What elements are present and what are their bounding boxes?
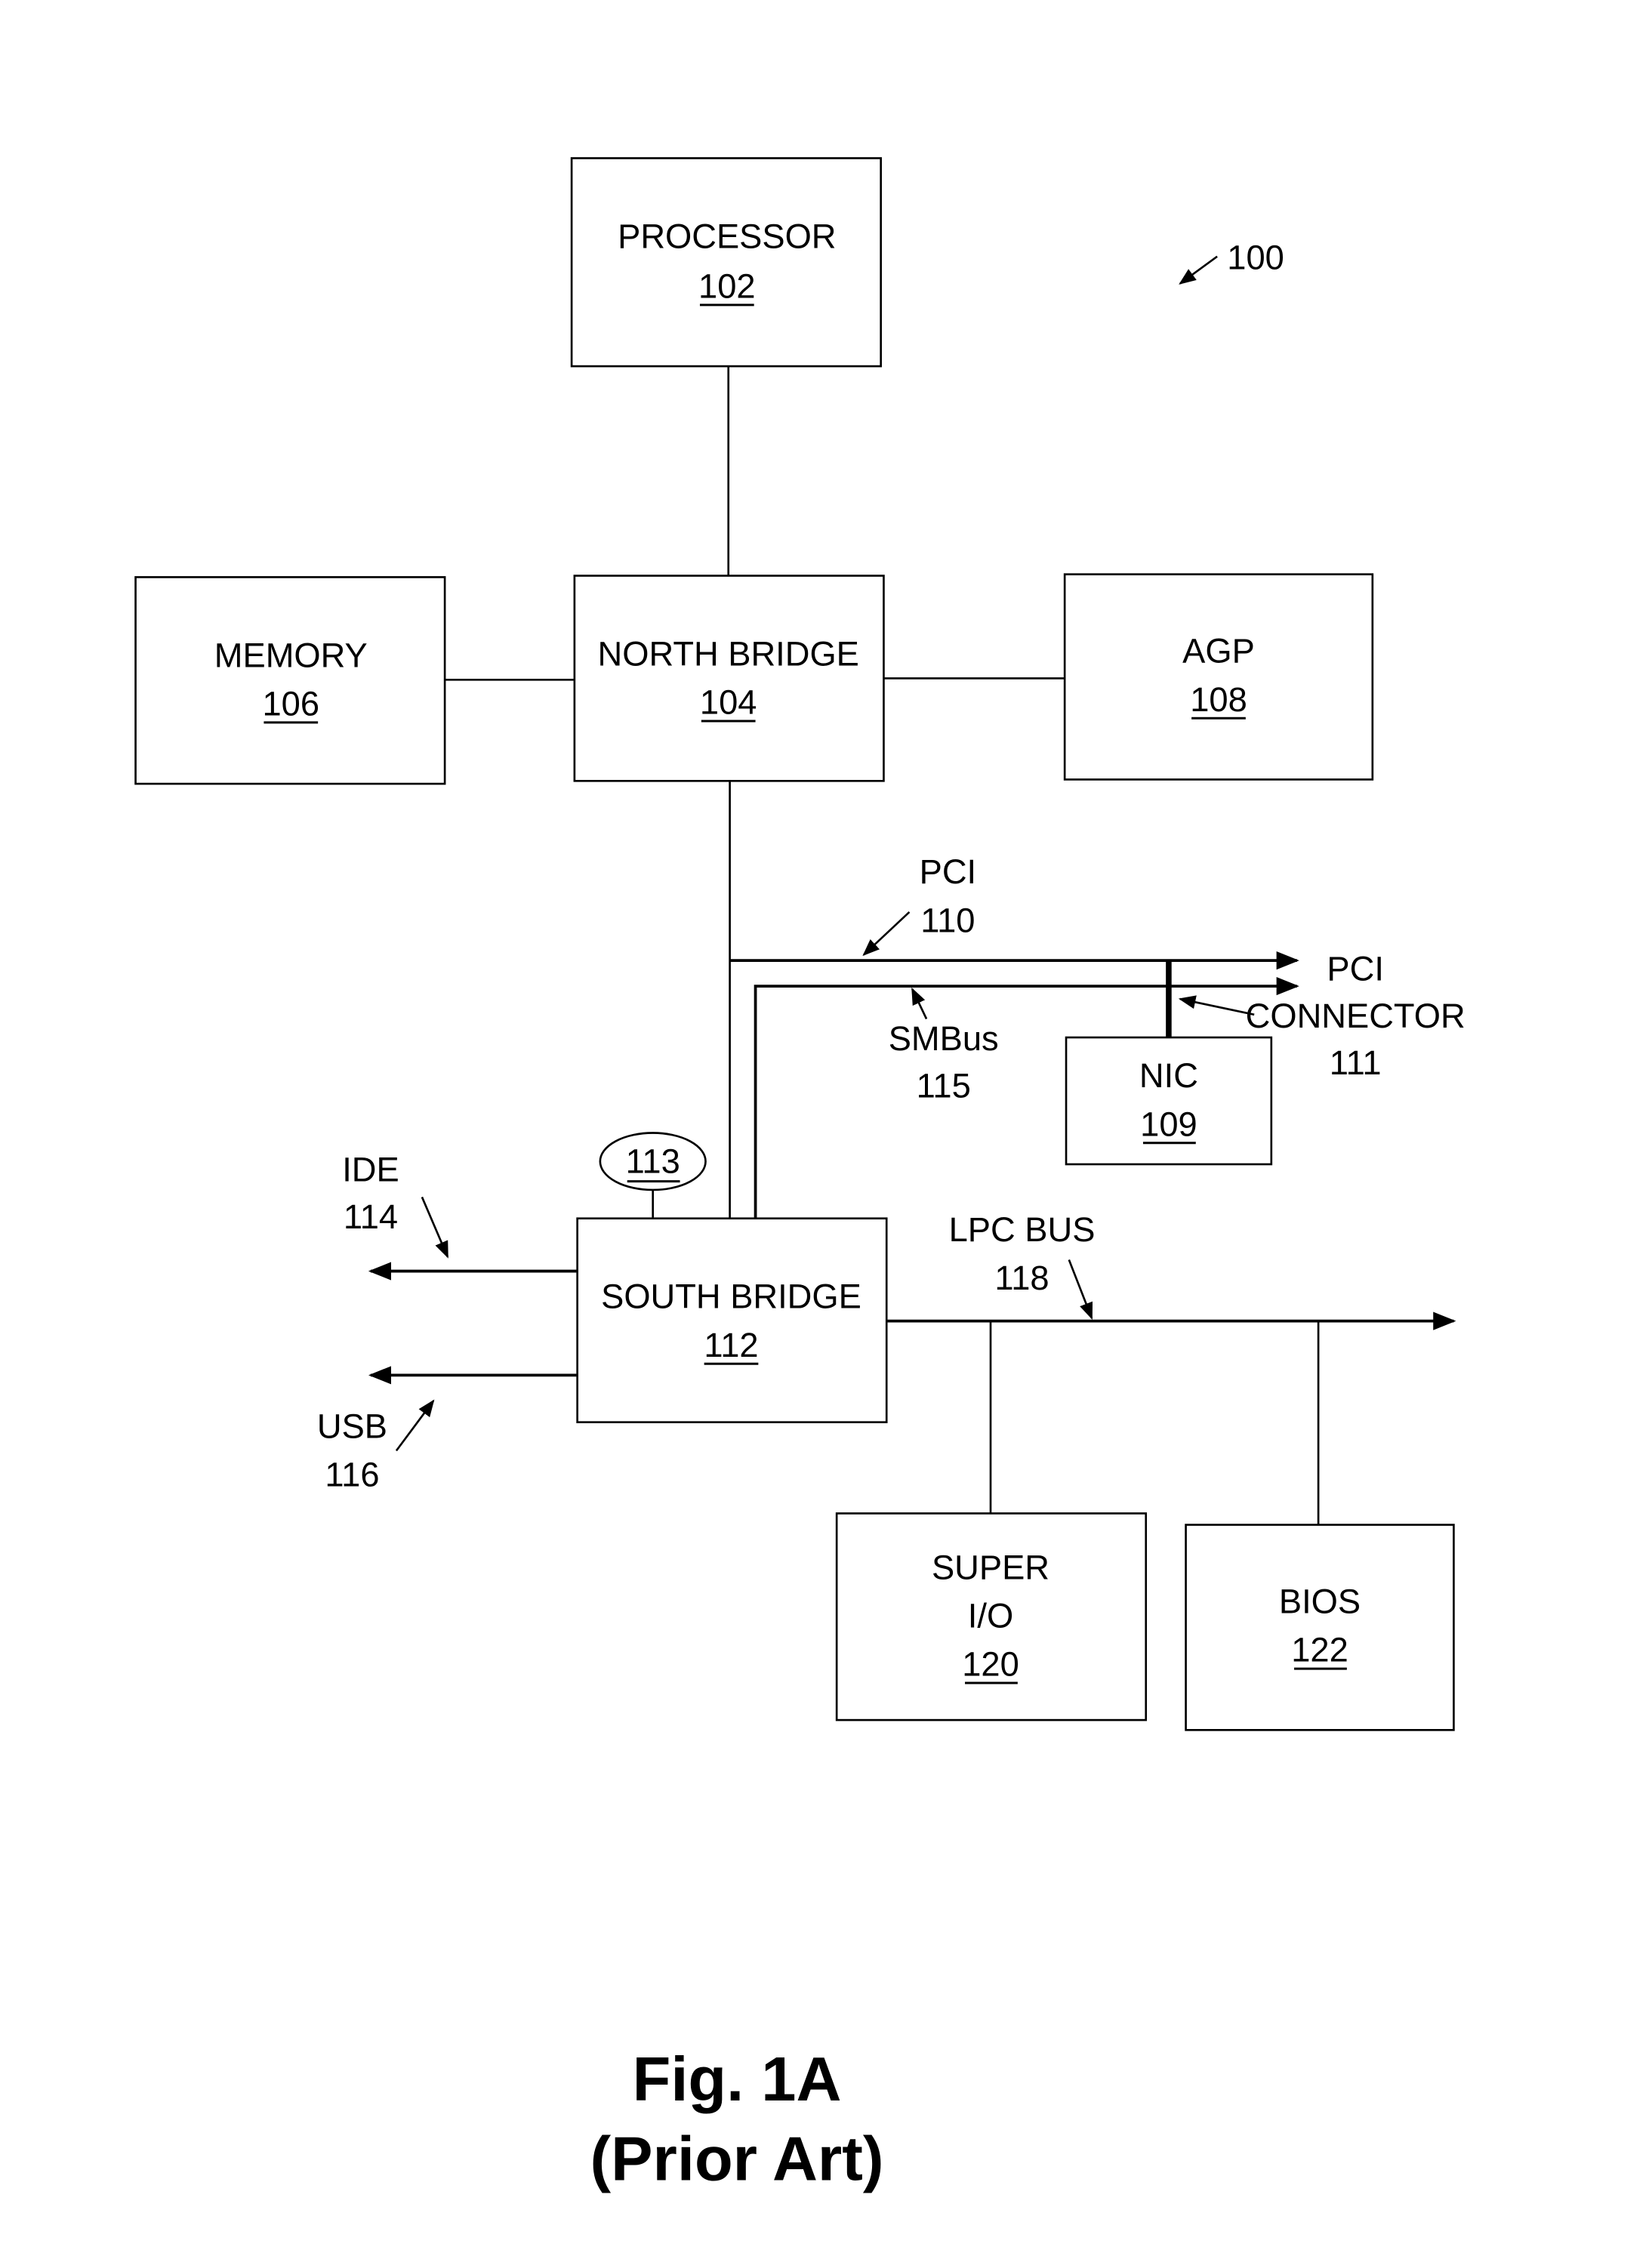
ide-ref: 114 bbox=[344, 1197, 398, 1236]
lpc-bus-ref: 118 bbox=[994, 1259, 1049, 1297]
usb-ref-arrow bbox=[395, 1399, 435, 1452]
smbus-ref-arrow bbox=[911, 987, 928, 1020]
figure-caption: Fig. 1A bbox=[633, 2044, 842, 2114]
memory-block: MEMORY 106 bbox=[134, 576, 446, 785]
usb-ref: 116 bbox=[325, 1456, 379, 1494]
lpc-bus-label: LPC BUS bbox=[949, 1210, 1096, 1249]
agp-block: AGP 108 bbox=[1063, 573, 1374, 781]
pci-connector-label-1: PCI bbox=[1327, 950, 1383, 988]
processor-label: PROCESSOR bbox=[618, 217, 836, 255]
nic-label: NIC bbox=[1139, 1056, 1198, 1095]
pci-ref-arrow bbox=[862, 911, 911, 957]
super-io-block: SUPER I/O 120 bbox=[835, 1512, 1148, 1721]
memory-label: MEMORY bbox=[214, 636, 368, 674]
ide-ref-arrow bbox=[421, 1196, 449, 1259]
north-bridge-ref: 104 bbox=[700, 683, 757, 722]
south-bridge-label: SOUTH BRIDGE bbox=[601, 1278, 861, 1316]
super-io-label-1: SUPER bbox=[932, 1548, 1049, 1586]
oval-ref: 113 bbox=[626, 1142, 680, 1180]
bios-ref: 122 bbox=[1291, 1631, 1348, 1669]
lpc-ref-arrow bbox=[1068, 1259, 1093, 1320]
oval-113: 113 bbox=[599, 1132, 707, 1191]
nic-block: NIC 109 bbox=[1065, 1036, 1273, 1166]
block-diagram: PROCESSOR 102 MEMORY 106 NORTH BRIDGE 10… bbox=[134, 157, 1466, 2194]
north-bridge-label: NORTH BRIDGE bbox=[598, 634, 859, 673]
north-bridge-block: NORTH BRIDGE 104 bbox=[573, 575, 885, 782]
pci-connector-ref: 111 bbox=[1330, 1043, 1382, 1082]
pci-connector-label-2: CONNECTOR bbox=[1246, 997, 1466, 1035]
connector-ref-arrow bbox=[1178, 995, 1255, 1016]
ide-label: IDE bbox=[342, 1151, 399, 1189]
memory-ref: 106 bbox=[262, 684, 319, 723]
bios-label: BIOS bbox=[1279, 1583, 1361, 1621]
bios-block: BIOS 122 bbox=[1185, 1524, 1455, 1731]
super-io-ref: 120 bbox=[962, 1645, 1019, 1684]
system-ref-label: 100 bbox=[1227, 239, 1284, 277]
processor-ref: 102 bbox=[698, 267, 756, 305]
smbus-ref: 115 bbox=[917, 1066, 971, 1105]
pci-bus-ref: 110 bbox=[920, 901, 975, 939]
pci-bus-label: PCI bbox=[920, 852, 976, 891]
super-io-label-2: I/O bbox=[968, 1596, 1013, 1635]
south-bridge-ref: 112 bbox=[704, 1326, 758, 1364]
smbus-label: SMBus bbox=[889, 1019, 999, 1058]
processor-block: PROCESSOR 102 bbox=[570, 157, 882, 368]
nic-ref: 109 bbox=[1140, 1105, 1197, 1143]
system-ref-arrow bbox=[1179, 255, 1218, 285]
usb-label: USB bbox=[317, 1407, 387, 1445]
agp-ref: 108 bbox=[1190, 680, 1247, 719]
south-bridge-block: SOUTH BRIDGE 112 bbox=[576, 1217, 888, 1423]
figure-subcaption: (Prior Art) bbox=[590, 2124, 884, 2194]
agp-label: AGP bbox=[1182, 632, 1255, 670]
